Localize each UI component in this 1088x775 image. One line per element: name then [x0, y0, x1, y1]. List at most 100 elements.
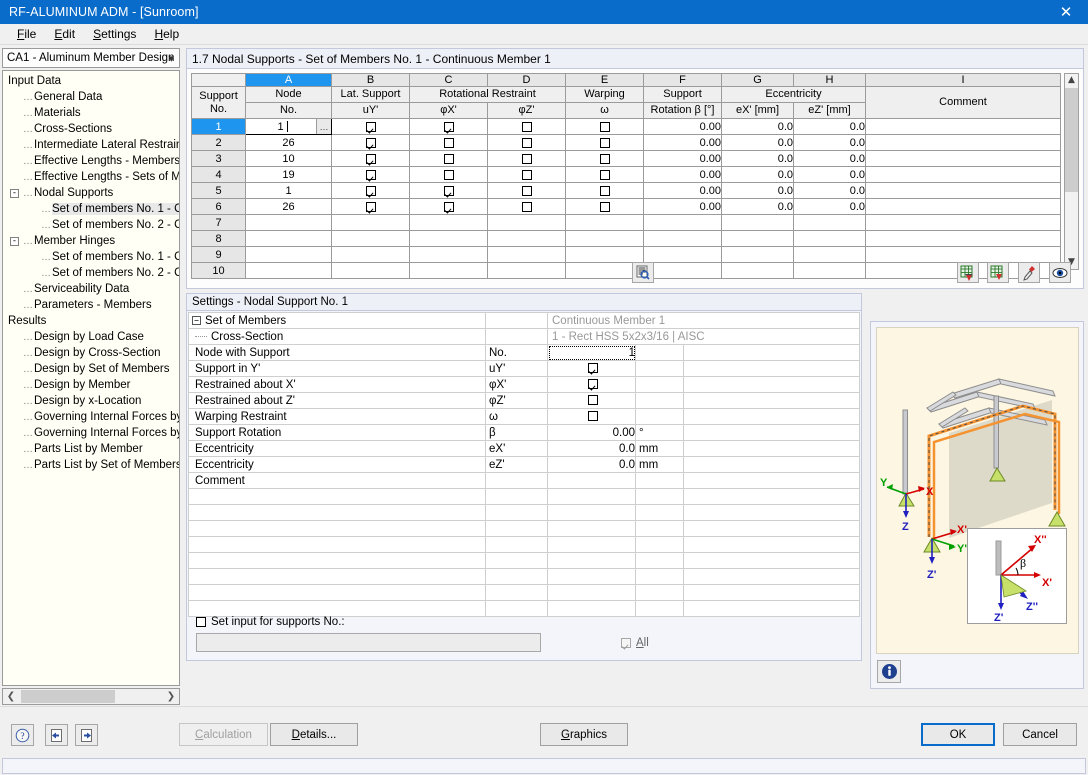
warping-checkbox-cell[interactable] [565, 246, 644, 263]
sidebar-item-materials[interactable]: … Materials [3, 105, 179, 121]
table-column-header-F[interactable]: F [643, 73, 722, 87]
settings-row[interactable]: Eccentricity eX' 0.0 mm [188, 440, 861, 457]
rot-restraint-x-checkbox[interactable] [443, 185, 454, 196]
settings-row-value[interactable]: 0.00 [547, 424, 636, 441]
table-row-header[interactable]: 8 [191, 230, 246, 247]
lat-support-checkbox[interactable] [365, 169, 376, 180]
rot-restraint-x-checkbox-cell[interactable] [409, 166, 488, 183]
lat-support-checkbox-cell[interactable] [331, 230, 410, 247]
table-row[interactable]: 9 [191, 246, 1061, 263]
sidebar-item-set-of-members-no-2-con[interactable]: …Set of members No. 2 - Con [3, 265, 179, 281]
rot-restraint-z-checkbox-cell[interactable] [487, 150, 566, 167]
warping-checkbox[interactable] [599, 121, 610, 132]
comment-cell[interactable] [865, 198, 1061, 215]
settings-row[interactable]: Restrained about X' φX' [188, 376, 861, 393]
lat-support-checkbox-cell[interactable] [331, 134, 410, 151]
eccentricity-z-cell[interactable] [793, 246, 866, 263]
support-rotation-cell[interactable]: 0.00 [643, 150, 722, 167]
eccentricity-z-cell[interactable]: 0.0 [793, 182, 866, 199]
support-rotation-cell[interactable]: 0.00 [643, 198, 722, 215]
table-vertical-scrollbar[interactable]: ▲ ▼ [1064, 73, 1079, 270]
comment-cell[interactable] [865, 214, 1061, 231]
settings-row[interactable]: Warping Restraint ω [188, 408, 861, 425]
settings-row[interactable]: Support in Y' uY' [188, 360, 861, 377]
rot-restraint-z-checkbox[interactable] [521, 153, 532, 164]
sidebar-item-set-of-members-no-1-con[interactable]: …Set of members No. 1 - Con [3, 201, 179, 217]
settings-checkbox[interactable] [588, 411, 598, 422]
warping-checkbox-cell[interactable] [565, 150, 644, 167]
rot-restraint-x-checkbox-cell[interactable] [409, 214, 488, 231]
eccentricity-x-cell[interactable] [721, 246, 794, 263]
comment-cell[interactable] [865, 166, 1061, 183]
pick-node-icon[interactable] [1018, 262, 1040, 283]
eccentricity-z-cell[interactable]: 0.0 [793, 198, 866, 215]
settings-row-value[interactable]: 0.0 [547, 440, 636, 457]
rot-restraint-z-checkbox-cell[interactable] [487, 230, 566, 247]
set-input-field[interactable] [196, 633, 541, 652]
warping-checkbox-cell[interactable] [565, 214, 644, 231]
set-input-checkbox-row[interactable]: Set input for supports No.: [196, 616, 851, 628]
sidebar-item-cross-sections[interactable]: … Cross-Sections [3, 121, 179, 137]
settings-row-value[interactable]: 1 - Rect HSS 5x2x3/16 | AISC [546, 328, 861, 345]
sidebar-item-governing-internal-forces-by-m[interactable]: … Governing Internal Forces by M [3, 409, 179, 425]
sidebar-item-design-by-member[interactable]: … Design by Member [3, 377, 179, 393]
sidebar-item-results[interactable]: Results [3, 313, 179, 329]
settings-row[interactable]: Cross-Section 1 - Rect HSS 5x2x3/16 | AIS… [188, 328, 861, 345]
settings-checkbox[interactable] [588, 363, 598, 374]
table-row-header[interactable]: 4 [191, 166, 246, 183]
support-rotation-cell[interactable]: 0.00 [643, 166, 722, 183]
eccentricity-x-cell[interactable] [721, 214, 794, 231]
rot-restraint-x-checkbox-cell[interactable] [409, 182, 488, 199]
eccentricity-z-cell[interactable] [793, 214, 866, 231]
warping-checkbox[interactable] [599, 201, 610, 212]
table-row[interactable]: 1 1… 0.00 0.0 0.0 [191, 118, 1061, 135]
sidebar-item-design-by-set-of-members[interactable]: … Design by Set of Members [3, 361, 179, 377]
menu-edit[interactable]: Edit [45, 25, 84, 43]
table-row[interactable]: 6 26 0.00 0.0 0.0 [191, 198, 1061, 215]
node-no-cell[interactable] [245, 230, 332, 247]
next-arrow-icon[interactable] [75, 724, 98, 746]
lat-support-checkbox-cell[interactable] [331, 214, 410, 231]
rot-restraint-z-checkbox-cell[interactable] [487, 166, 566, 183]
scroll-left-icon[interactable]: ❮ [3, 691, 19, 702]
scroll-thumb[interactable] [21, 690, 115, 703]
table-row-header[interactable]: 5 [191, 182, 246, 199]
sidebar-item-parts-list-by-set-of-members[interactable]: … Parts List by Set of Members [3, 457, 179, 473]
comment-cell[interactable] [865, 246, 1061, 263]
settings-checkbox[interactable] [588, 395, 598, 406]
rot-restraint-x-checkbox[interactable] [443, 153, 454, 164]
menu-settings[interactable]: Settings [84, 25, 145, 43]
eccentricity-x-cell[interactable]: 0.0 [721, 118, 794, 135]
comment-cell[interactable] [865, 182, 1061, 199]
table-row[interactable]: 2 26 0.00 0.0 0.0 [191, 134, 1061, 151]
lat-support-checkbox-cell[interactable] [331, 182, 410, 199]
set-input-checkbox[interactable] [196, 617, 206, 627]
sidebar-item-design-by-cross-section[interactable]: … Design by Cross-Section [3, 345, 179, 361]
eccentricity-z-cell[interactable]: 0.0 [793, 134, 866, 151]
warping-checkbox-cell[interactable] [565, 134, 644, 151]
settings-row-value[interactable] [547, 392, 636, 409]
table-row[interactable]: 3 10 0.00 0.0 0.0 [191, 150, 1061, 167]
eccentricity-x-cell[interactable]: 0.0 [721, 198, 794, 215]
eccentricity-z-cell[interactable]: 0.0 [793, 166, 866, 183]
settings-row-value[interactable] [547, 360, 636, 377]
settings-row-value[interactable]: Continuous Member 1 [546, 312, 861, 329]
scroll-thumb-vertical[interactable] [1065, 88, 1078, 192]
rot-restraint-x-checkbox-cell[interactable] [409, 246, 488, 263]
table-column-header-B[interactable]: B [331, 73, 410, 87]
rot-restraint-z-checkbox[interactable] [521, 185, 532, 196]
lat-support-checkbox[interactable] [365, 201, 376, 212]
scroll-right-icon[interactable]: ❯ [163, 691, 179, 702]
table-row[interactable]: 8 [191, 230, 1061, 247]
all-checkbox[interactable] [621, 637, 631, 648]
rot-restraint-x-checkbox[interactable] [443, 137, 454, 148]
tree-expander-icon[interactable]: - [10, 188, 19, 198]
table-row-header[interactable]: 3 [191, 150, 246, 167]
sidebar-item-intermediate-lateral-restraints[interactable]: … Intermediate Lateral Restraints [3, 137, 179, 153]
settings-row[interactable]: Comment [188, 472, 861, 489]
support-rotation-cell[interactable] [643, 214, 722, 231]
settings-row-value[interactable]: 0.0 [547, 456, 636, 473]
lat-support-checkbox-cell[interactable] [331, 246, 410, 263]
table-column-header-A[interactable]: A [245, 73, 332, 87]
settings-row-value[interactable] [547, 376, 636, 393]
